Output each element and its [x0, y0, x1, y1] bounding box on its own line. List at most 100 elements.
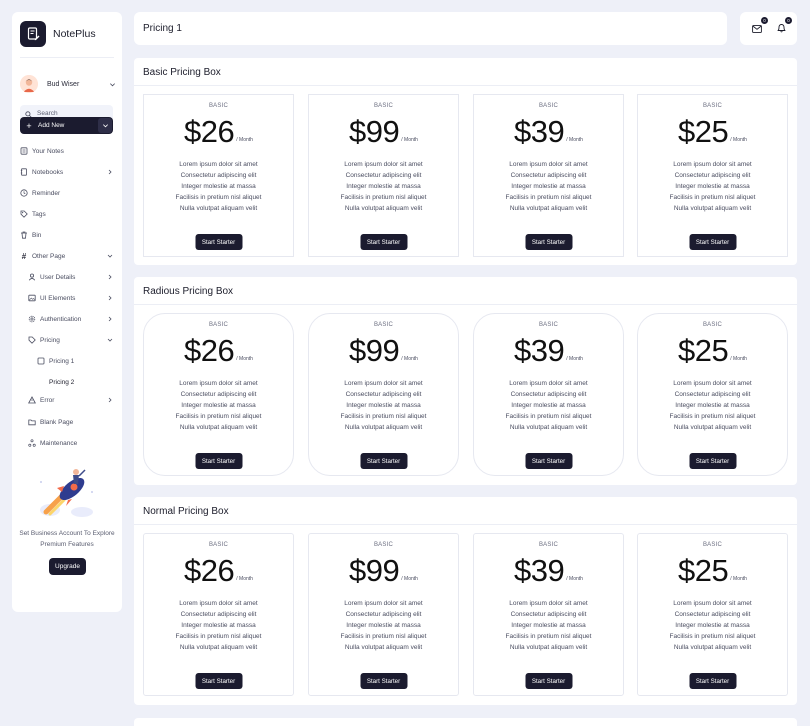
- feature-list: Lorem ipsum dolor sit amet Consectetur ad…: [638, 598, 787, 653]
- nav-item-tags[interactable]: Tags: [20, 207, 113, 221]
- start-starter-button[interactable]: Start Starter: [195, 453, 242, 469]
- nav-item-bin[interactable]: Bin: [20, 228, 113, 242]
- start-starter-button[interactable]: Start Starter: [195, 234, 242, 250]
- price-period: / Month: [730, 576, 747, 582]
- nav-item-user-details[interactable]: User Details: [28, 270, 113, 284]
- price-row: $39/ Month: [474, 113, 623, 151]
- divider: [134, 304, 797, 305]
- chevron-right-icon: [107, 316, 113, 322]
- nav-item-your-notes[interactable]: Your Notes: [20, 144, 113, 158]
- nav-item-ui-elements[interactable]: UI Elements: [28, 291, 113, 305]
- start-starter-button[interactable]: Start Starter: [525, 453, 572, 469]
- plus-icon: +: [26, 120, 32, 131]
- feature-item: Integer molestie at massa: [675, 183, 750, 190]
- chevron-right-icon: [107, 295, 113, 301]
- feature-item: Consectetur adipiscing elit: [180, 611, 257, 618]
- feature-list: Lorem ipsum dolor sit amet Consectetur ad…: [309, 159, 458, 214]
- nav-item-pricing-1[interactable]: Pricing 1: [37, 354, 113, 368]
- bell-badge: 0: [785, 17, 792, 24]
- notes-icon: [20, 147, 28, 155]
- nav-item-pricing-2[interactable]: Pricing 2: [37, 375, 113, 389]
- chevron-right-icon: [107, 274, 113, 280]
- chevron-down-icon: [107, 337, 113, 343]
- brand[interactable]: NotePlus: [20, 21, 96, 47]
- feature-item: Facilisis in pretium nisl aliquet: [340, 633, 427, 640]
- feature-item: Consectetur adipiscing elit: [674, 611, 751, 618]
- nav-label: Pricing: [40, 336, 60, 344]
- sitemap-icon: [28, 439, 36, 447]
- feature-item: Lorem ipsum dolor sit amet: [509, 161, 588, 168]
- mail-button[interactable]: 0: [750, 17, 768, 36]
- feature-item: Integer molestie at massa: [511, 183, 586, 190]
- price-row: $99/ Month: [309, 552, 458, 590]
- pricing-card: BASIC $25/ Month Lorem ipsum dolor sit ame…: [637, 94, 788, 257]
- feature-item: Integer molestie at massa: [346, 183, 421, 190]
- feature-item: Lorem ipsum dolor sit amet: [509, 600, 588, 607]
- nav-label: User Details: [40, 273, 76, 281]
- nav-item-notebooks[interactable]: Notebooks: [20, 165, 113, 179]
- price-period: / Month: [566, 576, 583, 582]
- price-row: $39/ Month: [474, 332, 623, 370]
- search-input[interactable]: [37, 110, 107, 117]
- upgrade-button[interactable]: Upgrade: [49, 558, 86, 575]
- plan-name: BASIC: [538, 542, 558, 548]
- feature-item: Nulla volutpat aliquam velit: [179, 424, 258, 431]
- start-starter-button[interactable]: Start Starter: [525, 234, 572, 250]
- add-new-label: Add New: [38, 122, 65, 129]
- price: $99: [349, 114, 400, 149]
- nav-item-reminder[interactable]: Reminder: [20, 186, 113, 200]
- nav-label: Your Notes: [32, 147, 64, 155]
- pricing-card: BASIC $25/ Month Lorem ipsum dolor sit ame…: [637, 533, 788, 696]
- note-logo-icon: [20, 21, 46, 47]
- nav-label: Pricing 2: [49, 378, 75, 386]
- start-starter-button[interactable]: Start Starter: [689, 673, 736, 689]
- nav-item-maintenance[interactable]: Maintenance: [28, 436, 113, 450]
- divider: [20, 57, 114, 58]
- plan-name: BASIC: [538, 322, 558, 328]
- start-starter-button[interactable]: Start Starter: [360, 234, 407, 250]
- user-menu[interactable]: Bud Wiser: [20, 75, 116, 93]
- pricing-card: BASIC $99/ Month Lorem ipsum dolor sit ame…: [308, 533, 459, 696]
- pricing-card: BASIC $26/ Month Lorem ipsum dolor sit ame…: [143, 94, 294, 257]
- nav-label: Maintenance: [40, 439, 78, 447]
- start-starter-button[interactable]: Start Starter: [195, 673, 242, 689]
- start-starter-button[interactable]: Start Starter: [689, 234, 736, 250]
- price: $99: [349, 553, 400, 588]
- nav-label: UI Elements: [40, 294, 76, 302]
- pricing-card: BASIC $39/ Month Lorem ipsum dolor sit ame…: [473, 313, 624, 476]
- price-row: $25/ Month: [638, 552, 787, 590]
- price: $39: [514, 114, 565, 149]
- pricing-card: BASIC $39/ Month Lorem ipsum dolor sit ame…: [473, 533, 624, 696]
- add-new-button[interactable]: + Add New: [20, 117, 113, 134]
- feature-item: Nulla volutpat aliquam velit: [509, 424, 588, 431]
- price-row: $26/ Month: [144, 552, 293, 590]
- feature-item: Integer molestie at massa: [181, 183, 256, 190]
- nav-item-authentication[interactable]: Authentication: [28, 312, 113, 326]
- start-starter-button[interactable]: Start Starter: [689, 453, 736, 469]
- start-starter-button[interactable]: Start Starter: [360, 453, 407, 469]
- feature-item: Facilisis in pretium nisl aliquet: [505, 194, 592, 201]
- nav-label: Blank Page: [40, 418, 74, 426]
- page-title: Pricing 1: [143, 23, 182, 34]
- add-new-dropdown-toggle[interactable]: [98, 118, 112, 133]
- feature-item: Lorem ipsum dolor sit amet: [673, 600, 752, 607]
- app-name: NotePlus: [53, 28, 96, 40]
- section-title: Radious Pricing Box: [143, 286, 234, 297]
- nav-item-error[interactable]: Error: [28, 393, 113, 407]
- notification-button[interactable]: 0: [774, 17, 792, 36]
- avatar: [20, 75, 38, 93]
- nav-item-pricing[interactable]: Pricing: [28, 333, 113, 347]
- start-starter-button[interactable]: Start Starter: [360, 673, 407, 689]
- feature-item: Facilisis in pretium nisl aliquet: [669, 413, 756, 420]
- nav-item-other-page[interactable]: # Other Page: [20, 249, 113, 263]
- feature-item: Integer molestie at massa: [675, 402, 750, 409]
- feature-item: Integer molestie at massa: [511, 402, 586, 409]
- feature-item: Nulla volutpat aliquam velit: [673, 205, 752, 212]
- price: $39: [514, 333, 565, 368]
- price: $25: [678, 114, 729, 149]
- nav-label: Pricing 1: [49, 357, 75, 365]
- pricing-card: BASIC $26/ Month Lorem ipsum dolor sit ame…: [143, 533, 294, 696]
- feature-item: Consectetur adipiscing elit: [510, 172, 587, 179]
- start-starter-button[interactable]: Start Starter: [525, 673, 572, 689]
- nav-item-blank-page[interactable]: Blank Page: [28, 415, 113, 429]
